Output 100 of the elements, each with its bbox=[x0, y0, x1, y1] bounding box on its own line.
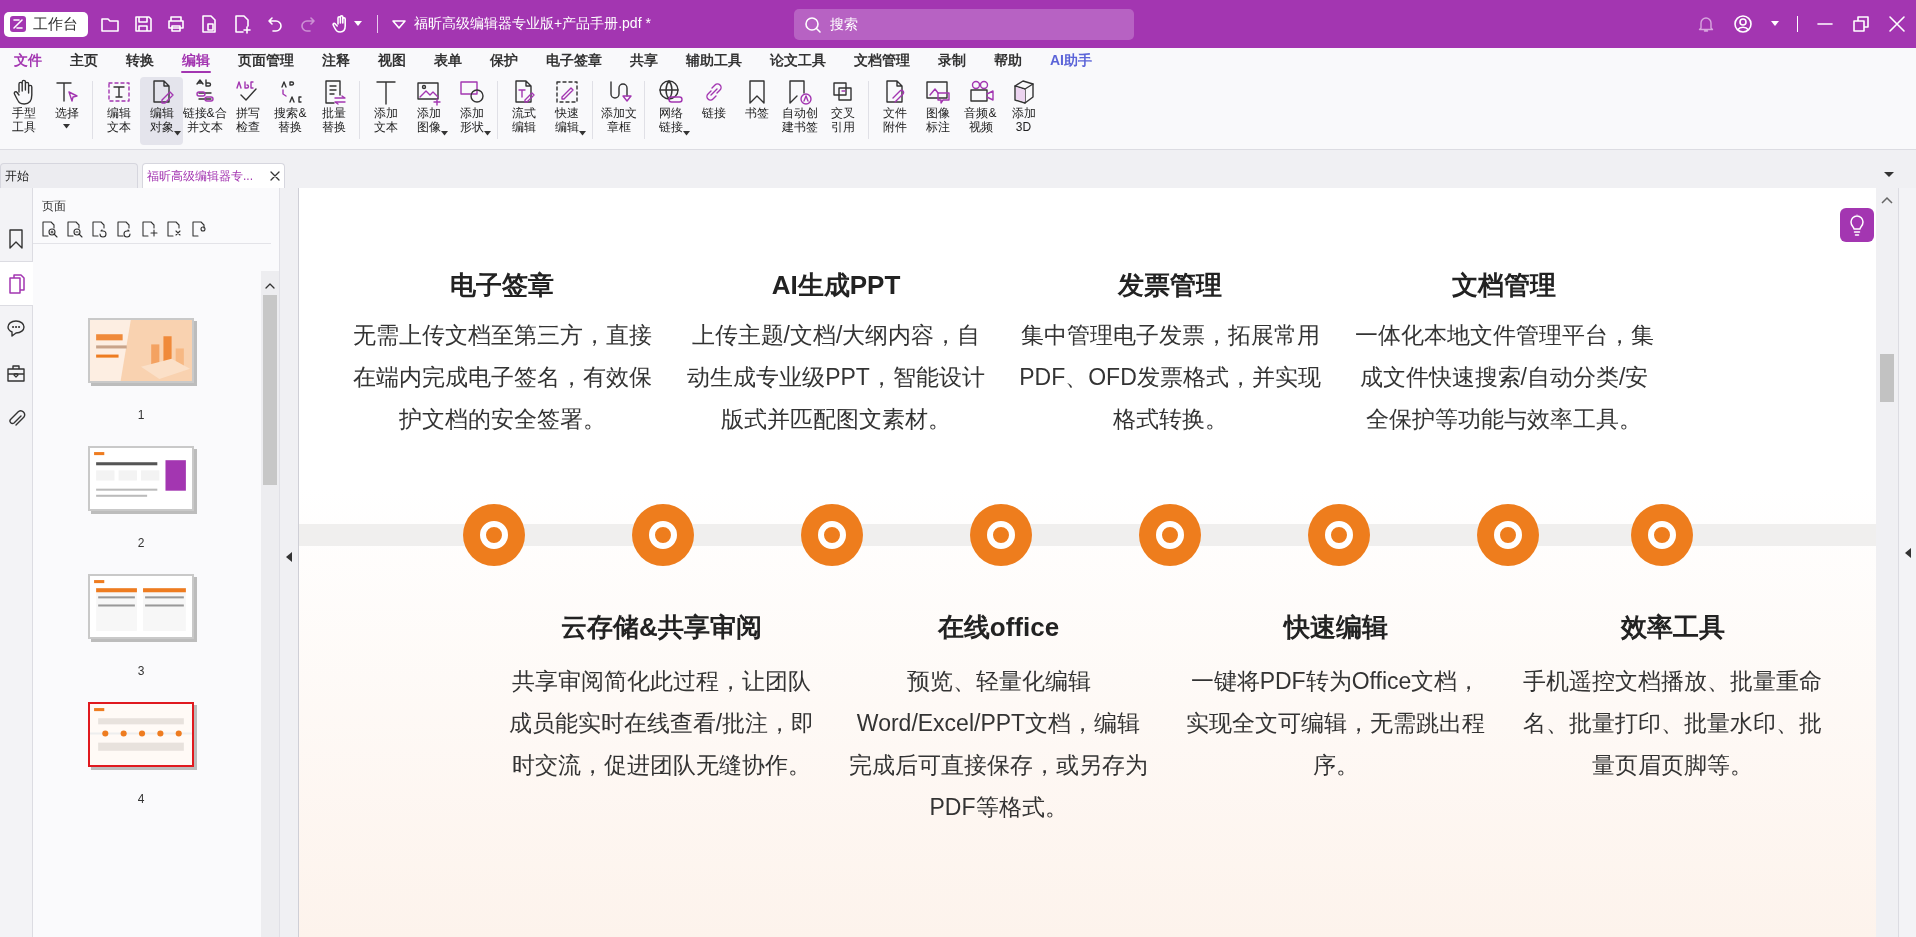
menu-tab[interactable]: 表单 bbox=[420, 48, 476, 73]
logo-icon bbox=[9, 15, 27, 33]
feature-title: 云存储&共享审阅 bbox=[561, 611, 762, 644]
save-icon bbox=[133, 14, 153, 34]
ribbon-button[interactable]: 自动创建书签 bbox=[778, 77, 821, 145]
feature-title: 快速编辑 bbox=[1283, 611, 1388, 644]
ribbon-button[interactable]: 手型工具 bbox=[2, 77, 45, 145]
menu-tab[interactable]: 保护 bbox=[476, 48, 532, 73]
document-icon bbox=[199, 14, 219, 34]
timeline-node-icon bbox=[1477, 504, 1539, 566]
search-field[interactable]: 搜索 bbox=[794, 8, 1134, 40]
rotate-right-page-icon[interactable] bbox=[116, 220, 134, 238]
menu-tab[interactable]: 注释 bbox=[308, 48, 364, 73]
ribbon-button[interactable]: 文件附件 bbox=[873, 77, 916, 145]
caret-icon[interactable] bbox=[1771, 21, 1779, 27]
menu-tab[interactable]: AI助手 bbox=[1036, 48, 1106, 73]
idea-button[interactable] bbox=[1840, 208, 1874, 242]
timeline-node-icon bbox=[1631, 504, 1693, 566]
feature-text: 一体化本地文件管理平台，集成文件快速搜索/自动分类/安全保护等功能与效率工具。 bbox=[1353, 321, 1655, 434]
expand-arrow-icon[interactable] bbox=[1904, 547, 1911, 558]
menu-tab[interactable]: 转换 bbox=[112, 48, 168, 73]
ribbon-button[interactable]: 快速编辑 bbox=[545, 77, 588, 145]
menu-tab[interactable]: 帮助 bbox=[980, 48, 1036, 73]
ribbon-button[interactable]: 书签 bbox=[735, 77, 778, 145]
feature-text: 无需上传文档至第三方，直接在端内完成电子签名，有效保护文档的安全签署。 bbox=[351, 321, 653, 434]
ribbon-button[interactable]: 链接&合并文本 bbox=[183, 77, 226, 145]
menu-tab[interactable]: 辅助工具 bbox=[672, 48, 756, 73]
restore-icon[interactable] bbox=[1852, 15, 1870, 33]
scroll-up-icon[interactable] bbox=[1881, 196, 1893, 204]
scroll-thumb[interactable] bbox=[1880, 354, 1894, 402]
ribbon-button[interactable]: 添加形状 bbox=[450, 77, 493, 145]
lightbulb-icon bbox=[1847, 214, 1867, 236]
ribbon-button[interactable]: 添加图像 bbox=[407, 77, 450, 145]
page-number: 4 bbox=[137, 792, 145, 806]
ribbon-button[interactable]: 音频& 视频 bbox=[959, 77, 1002, 145]
scroll-thumb[interactable] bbox=[263, 295, 277, 485]
page-view-icon[interactable] bbox=[191, 220, 209, 238]
scroll-up-icon[interactable] bbox=[265, 283, 275, 289]
ribbon-button[interactable]: 编辑文本 bbox=[97, 77, 140, 145]
menu-tab[interactable]: 文件 bbox=[0, 48, 56, 73]
ribbon-button[interactable]: 交叉引用 bbox=[821, 77, 864, 145]
menu-tab[interactable]: 视图 bbox=[364, 48, 420, 73]
document-title: 福昕高级编辑器专业版+产品手册.pdf * bbox=[414, 15, 652, 33]
dropdown-arrow-icon[interactable] bbox=[1884, 172, 1894, 178]
page-number: 3 bbox=[137, 664, 145, 678]
ribbon-button[interactable]: 添加文章框 bbox=[597, 77, 640, 145]
panel-title: 页面 bbox=[41, 198, 67, 215]
workbench-button[interactable]: 工作台 bbox=[4, 11, 88, 37]
timeline-node-icon bbox=[1139, 504, 1201, 566]
document-tab[interactable]: 开始 bbox=[0, 163, 138, 188]
bookmark-icon bbox=[6, 227, 26, 250]
zoom-in-page-icon[interactable] bbox=[41, 220, 59, 238]
feature-title: 效率工具 bbox=[1620, 611, 1725, 644]
user-icon[interactable] bbox=[1733, 14, 1753, 34]
ribbon-button[interactable]: 选择 bbox=[45, 77, 88, 145]
new-document-icon bbox=[232, 14, 252, 34]
zoom-out-page-icon[interactable] bbox=[66, 220, 84, 238]
ribbon-button[interactable]: 编辑对象 bbox=[140, 77, 183, 145]
menu-tab[interactable]: 主页 bbox=[56, 48, 112, 73]
menu-tab[interactable]: 编辑 bbox=[168, 48, 224, 73]
add-page-icon[interactable] bbox=[141, 220, 159, 238]
feature-text: 共享审阅简化此过程，让团队成员能实时在线查看/批注，即时交流，促进团队无缝协作。 bbox=[508, 667, 815, 780]
rotate-left-page-icon[interactable] bbox=[91, 220, 109, 238]
menu-tab[interactable]: 共享 bbox=[616, 48, 672, 73]
page-number: 2 bbox=[137, 536, 145, 550]
globe-link-icon bbox=[656, 78, 685, 106]
collapse-arrow-icon[interactable] bbox=[286, 551, 292, 562]
feature-text: 集中管理电子发票，拓展常用PDF、OFD发票格式，并实现格式转换。 bbox=[1018, 321, 1322, 434]
feature-title: AI生成PPT bbox=[771, 269, 901, 302]
feature-title: 文档管理 bbox=[1452, 269, 1556, 302]
ribbon-button[interactable]: 添加3D bbox=[1002, 77, 1045, 145]
menu-tab[interactable]: 电子签章 bbox=[532, 48, 616, 73]
menu-tab[interactable]: 页面管理 bbox=[224, 48, 308, 73]
document-tab[interactable]: 福昕高级编辑器专... bbox=[142, 163, 285, 188]
feature-text: 预览、轻量化编辑Word/Excel/PPT文档，编辑完成后可直接保存，或另存为PDF等格式。 bbox=[848, 667, 1149, 822]
ribbon-button[interactable]: 网络链接 bbox=[649, 77, 692, 145]
menu-tab[interactable]: 录制 bbox=[924, 48, 980, 73]
bell-icon[interactable] bbox=[1697, 15, 1715, 33]
redo-icon bbox=[298, 14, 318, 34]
ribbon-button[interactable]: 搜索&替换 bbox=[269, 77, 312, 145]
ribbon-button[interactable]: 链接 bbox=[692, 77, 735, 145]
search-icon bbox=[804, 15, 822, 34]
timeline-node-icon bbox=[632, 504, 694, 566]
page-number: 1 bbox=[137, 408, 145, 422]
scrollbar[interactable] bbox=[261, 271, 279, 937]
ribbon-button[interactable]: 图像标注 bbox=[916, 77, 959, 145]
ribbon-button[interactable]: 流式编辑 bbox=[502, 77, 545, 145]
briefcase-icon bbox=[6, 362, 26, 385]
ribbon-button[interactable]: 添加文本 bbox=[364, 77, 407, 145]
feature-title: 在线office bbox=[937, 611, 1060, 644]
image-note-icon bbox=[923, 78, 952, 106]
ribbon-button[interactable]: 拼写检查 bbox=[226, 77, 269, 145]
menu-tab[interactable]: 论文工具 bbox=[756, 48, 840, 73]
close-icon[interactable] bbox=[270, 171, 280, 181]
timeline-node-icon bbox=[970, 504, 1032, 566]
menu-tab[interactable]: 文档管理 bbox=[840, 48, 924, 73]
ribbon-button[interactable]: 批量替换 bbox=[312, 77, 355, 145]
scrollbar[interactable] bbox=[1876, 188, 1898, 937]
timeline-node-icon bbox=[801, 504, 863, 566]
shapes-icon bbox=[457, 78, 486, 106]
